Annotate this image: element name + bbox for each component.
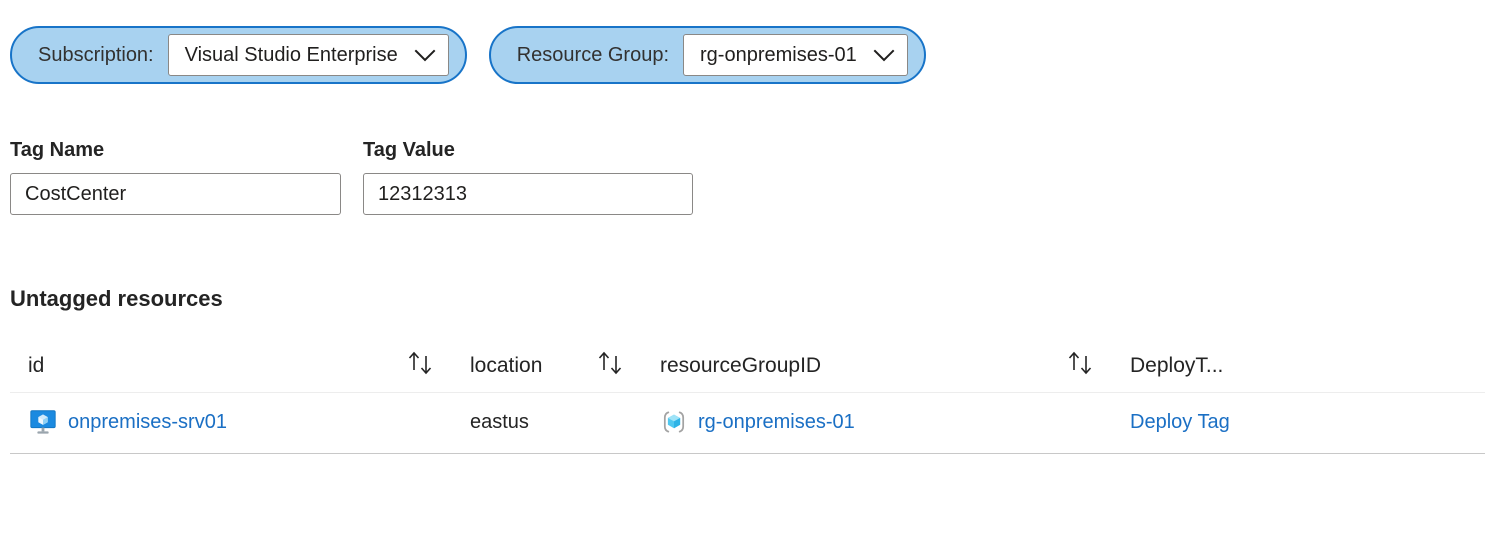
cell-id: onpremises-srv01 (10, 392, 470, 454)
cell-deploy-tag: Deploy Tag (1130, 392, 1485, 454)
table-header-row: id location resourceGroupID DeployT... (10, 350, 1485, 393)
chevron-down-icon (873, 49, 895, 62)
resource-group-id-link[interactable]: rg-onpremises-01 (698, 412, 855, 432)
location-value: eastus (470, 410, 529, 433)
resource-group-selected-value: rg-onpremises-01 (700, 44, 857, 66)
cell-resource-group-id: rg-onpremises-01 (660, 392, 1130, 454)
chevron-down-icon (414, 49, 436, 62)
tag-value-input[interactable] (363, 173, 693, 215)
resource-group-icon (660, 408, 688, 436)
subscription-selected-value: Visual Studio Enterprise (184, 44, 398, 66)
untagged-resources-title: Untagged resources (10, 286, 223, 311)
sort-ascending-descending-icon[interactable] (406, 350, 436, 376)
resource-id-link[interactable]: onpremises-srv01 (68, 412, 227, 432)
resource-group-label: Resource Group: (516, 44, 670, 66)
sort-ascending-descending-icon[interactable] (596, 350, 626, 376)
column-header-resource-group-id[interactable]: resourceGroupID (660, 350, 1130, 393)
tag-value-label: Tag Value (363, 139, 455, 161)
table-row: onpremises-srv01 eastus rg-onpremises-01… (10, 392, 1485, 454)
filter-bar: Subscription: Visual Studio Enterprise R… (10, 26, 926, 84)
table-header: id location resourceGroupID DeployT... (10, 350, 1485, 393)
cell-location: eastus (470, 392, 660, 454)
column-header-id[interactable]: id (10, 350, 470, 393)
column-header-location[interactable]: location (470, 350, 660, 393)
virtual-machine-icon (28, 407, 58, 437)
tag-fields: Tag Name Tag Value (10, 140, 693, 215)
subscription-label: Subscription: (38, 44, 154, 66)
resource-group-filter-pill: Resource Group: rg-onpremises-01 (488, 26, 926, 84)
column-header-deploy-tag: DeployT... (1130, 350, 1485, 393)
column-header-location-label: location (470, 354, 543, 377)
untagged-resources-table-wrapper: id location resourceGroupID DeployT... o… (10, 350, 1485, 454)
subscription-select[interactable]: Visual Studio Enterprise (167, 34, 449, 76)
untagged-resources-table: id location resourceGroupID DeployT... o… (10, 350, 1485, 454)
resource-group-select[interactable]: rg-onpremises-01 (683, 34, 908, 76)
column-header-id-label: id (28, 354, 45, 377)
tag-name-input[interactable] (10, 173, 341, 215)
column-header-resource-group-id-label: resourceGroupID (660, 354, 822, 377)
tag-value-group: Tag Value (363, 140, 693, 215)
column-header-deploy-tag-label: DeployT... (1130, 354, 1224, 377)
table-body: onpremises-srv01 eastus rg-onpremises-01… (10, 392, 1485, 454)
subscription-filter-pill: Subscription: Visual Studio Enterprise (10, 26, 467, 84)
tag-name-label: Tag Name (10, 139, 105, 161)
deploy-tag-link[interactable]: Deploy Tag (1130, 411, 1230, 433)
sort-ascending-descending-icon[interactable] (1066, 350, 1096, 376)
tag-name-group: Tag Name (10, 140, 341, 215)
